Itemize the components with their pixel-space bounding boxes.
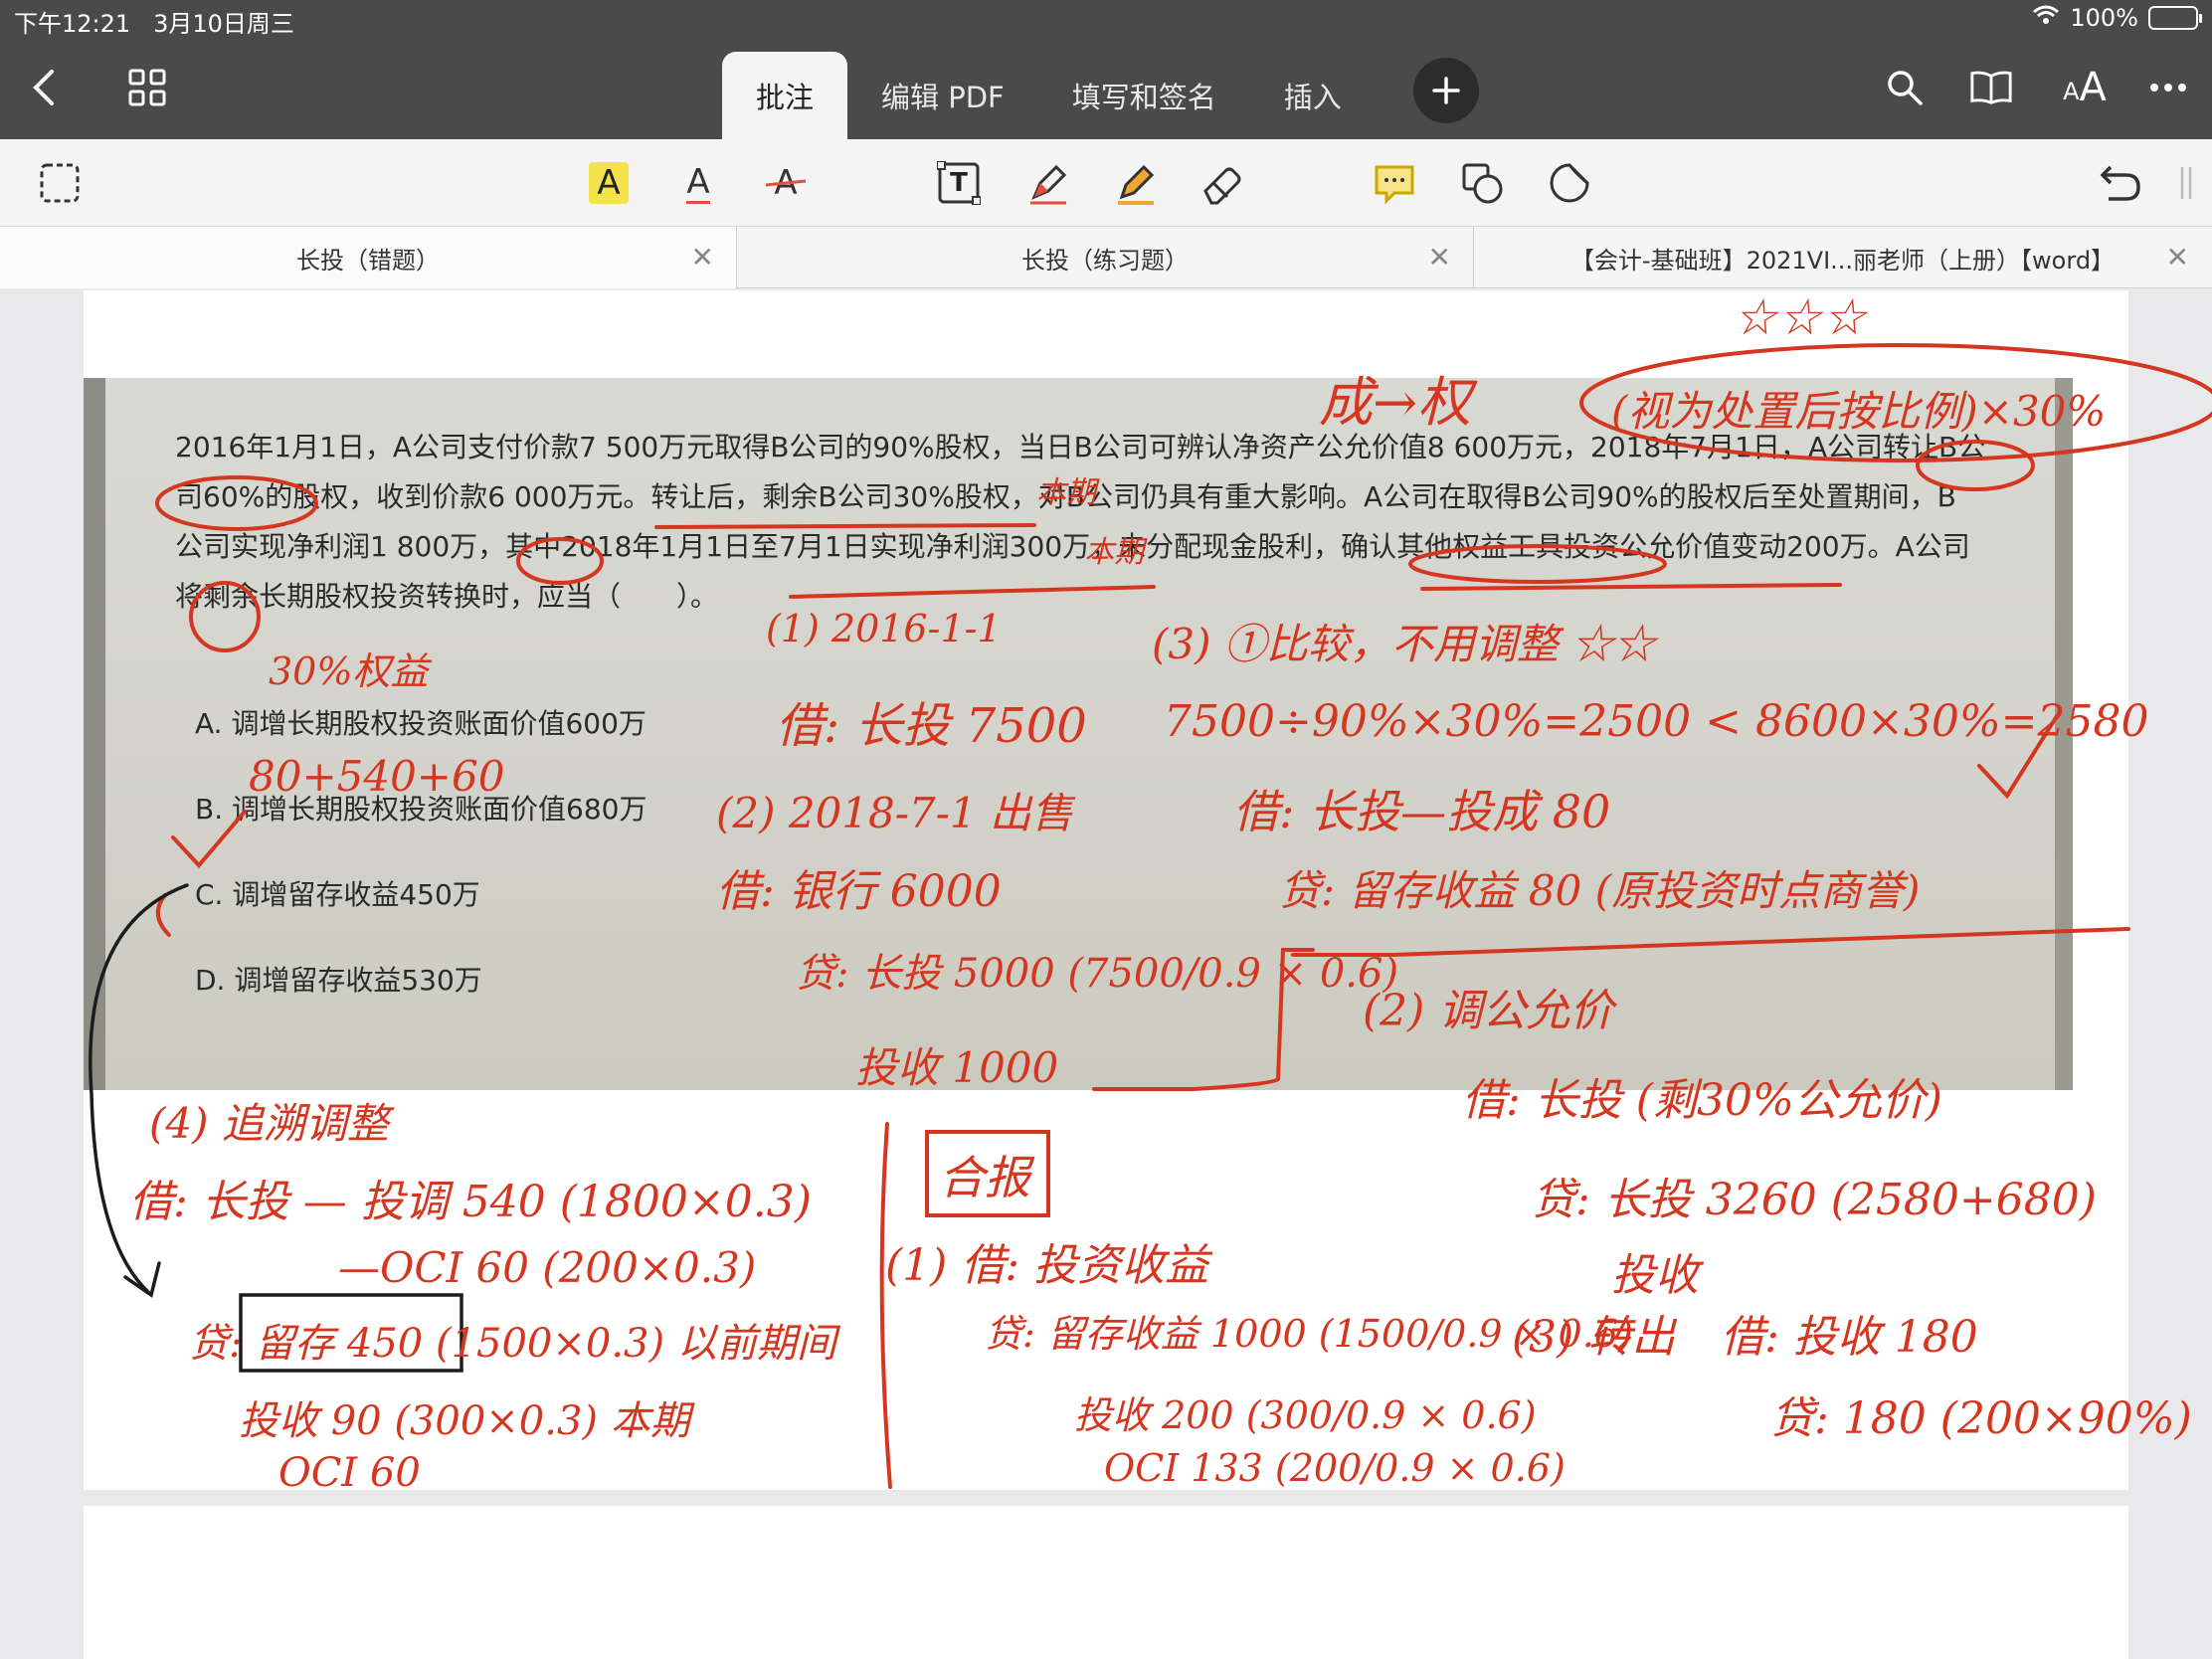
- option-c: C. 调增留存收益450万: [195, 878, 480, 911]
- close-icon[interactable]: ✕: [691, 241, 714, 274]
- highlighter-icon[interactable]: [1112, 159, 1160, 207]
- hw-cons-3: 投收 200 (300/0.9 × 0.6): [1074, 1393, 1537, 1437]
- tab-edit-pdf[interactable]: 编辑 PDF: [847, 52, 1038, 139]
- hw-s3-debit: 借: 长投—投成 80: [1233, 785, 1611, 838]
- book-icon[interactable]: [1969, 66, 2013, 109]
- hw-rev-3-debit: 借: 投收 180: [1721, 1312, 1978, 1363]
- doc-tab-3[interactable]: 【会计-基础班】2021VI...丽老师（上册）【word】 ✕: [1474, 227, 2211, 288]
- search-icon[interactable]: [1883, 66, 1927, 109]
- hw-cons-4: OCI 133 (200/0.9 × 0.6): [1104, 1446, 1566, 1490]
- strikethrough-text-tool[interactable]: A: [762, 159, 810, 207]
- hw-s4-head: (4) 追溯调整: [149, 1099, 389, 1148]
- underline-text-tool[interactable]: A: [674, 159, 722, 207]
- option-a: A. 调增长期股权投资账面价值600万: [195, 707, 646, 740]
- pdf-page-2[interactable]: [84, 1506, 2128, 1659]
- back-icon[interactable]: [22, 66, 66, 109]
- hw-cons-2: 贷: 留存收益 1000 (1500/0.9 × 0.6): [985, 1312, 1633, 1356]
- top-navigation-bar: 批注 编辑 PDF 填写和签名 插入 AA: [0, 36, 2212, 139]
- hw-rev-debit: 借: 长投 (剩30%公允价): [1462, 1075, 1942, 1126]
- mode-tabs: 批注 编辑 PDF 填写和签名 插入: [722, 52, 1376, 139]
- hw-s1-head: (1) 2016-1-1: [766, 607, 1002, 650]
- undo-icon[interactable]: [2097, 159, 2144, 207]
- hw-annotation-mid: 本期: [1084, 535, 1144, 570]
- textbox-tool[interactable]: T: [935, 159, 983, 207]
- eraser-icon[interactable]: [1198, 159, 1245, 207]
- hw-30-percent: 30%权益: [269, 649, 429, 693]
- highlight-text-tool[interactable]: A: [589, 162, 629, 204]
- hw-top-title: 成→权: [1319, 371, 1472, 434]
- add-button[interactable]: [1413, 58, 1479, 123]
- hw-rev-3-credit: 贷: 180 (200×90%): [1770, 1393, 2192, 1444]
- tab-fill-sign[interactable]: 填写和签名: [1038, 52, 1250, 139]
- tab-insert[interactable]: 插入: [1250, 52, 1376, 139]
- hw-s4-oci: —OCI 60 (200×0.3): [338, 1243, 757, 1292]
- hw-consolidated-label: 合报: [939, 1151, 1030, 1204]
- hw-rev-head: (2) 调公允价: [1363, 986, 1614, 1036]
- hw-annotation-land: 本期: [1036, 475, 1096, 510]
- hw-s2-head: (2) 2018-7-1 出售: [716, 789, 1073, 837]
- question-line-4: 将剩余长期股权投资转换时，应当（ ）。: [175, 580, 719, 613]
- hw-rev-credit2: 投收: [1611, 1250, 1699, 1301]
- pen-icon[interactable]: [1024, 159, 1072, 207]
- hw-s4-credit2: 投收 90 (300×0.3) 本期: [239, 1398, 690, 1444]
- text-size-icon[interactable]: AA: [2055, 65, 2115, 110]
- hw-s3-head: (3) ①比较，不用调整 ☆☆: [1152, 620, 1656, 668]
- hw-s4-credit3: OCI 60: [278, 1450, 421, 1496]
- option-d: D. 调增留存收益530万: [195, 964, 482, 997]
- hw-s1-entry: 借: 长投 7500: [776, 698, 1087, 754]
- hw-option-b-note: 80+540+60: [249, 752, 505, 801]
- hw-s2-credit: 贷: 长投 5000 (7500/0.9 × 0.6): [796, 951, 1399, 997]
- battery-icon: [2148, 6, 2202, 30]
- more-icon[interactable]: [2146, 66, 2190, 109]
- select-area-icon[interactable]: [36, 159, 84, 207]
- question-line-3: 公司实现净利润1 800万，其中2018年1月1日至7月1日实现净利润300万，…: [175, 530, 1970, 563]
- status-bar: 下午12:21 3月10日周三 100%: [0, 0, 2212, 38]
- hw-top-note: (视为处置后按比例)×30%: [1611, 387, 2107, 436]
- toolbar-handle-icon[interactable]: [2174, 159, 2198, 207]
- close-icon[interactable]: ✕: [1428, 241, 1451, 274]
- hw-s4-credit: 贷: 留存 450 (1500×0.3) 以前期间: [189, 1321, 836, 1367]
- document-tabs: 长投（错题） ✕ 长投（练习题） ✕ 【会计-基础班】2021VI...丽老师（上册…: [0, 227, 2212, 288]
- hw-s4-debit: 借: 长投 — 投调 540 (1800×0.3): [129, 1177, 812, 1227]
- doc-tab-2[interactable]: 长投（练习题） ✕: [737, 227, 1474, 288]
- hw-s3-credit: 贷: 留存收益 80 (原投资时点商誉): [1279, 866, 1921, 915]
- sticker-icon[interactable]: [1546, 159, 1593, 207]
- doc-tab-1[interactable]: 长投（错题） ✕: [0, 227, 737, 288]
- hw-s3-calc: 7500÷90%×30%=2500 < 8600×30%=2580: [1164, 696, 2149, 747]
- close-icon[interactable]: ✕: [2166, 241, 2189, 274]
- hw-top-stars: ☆☆☆: [1733, 288, 1867, 346]
- comment-icon[interactable]: [1371, 159, 1418, 207]
- hw-s2-debit: 借: 银行 6000: [716, 866, 1002, 917]
- hw-cons-1: (1) 借: 投资收益: [885, 1240, 1209, 1291]
- grid-view-icon[interactable]: [125, 66, 169, 109]
- hw-s2-credit2: 投收 1000: [855, 1043, 1059, 1092]
- hw-rev-credit: 贷: 长投 3260 (2580+680): [1532, 1175, 2097, 1225]
- annotation-toolbar: A A A T: [0, 139, 2212, 227]
- wifi-icon: [2032, 4, 2060, 32]
- shapes-icon[interactable]: [1458, 159, 1506, 207]
- status-time: 下午12:21 3月10日周三: [14, 10, 294, 38]
- battery-percent: 100%: [2070, 4, 2138, 32]
- tab-annotate[interactable]: 批注: [722, 52, 848, 139]
